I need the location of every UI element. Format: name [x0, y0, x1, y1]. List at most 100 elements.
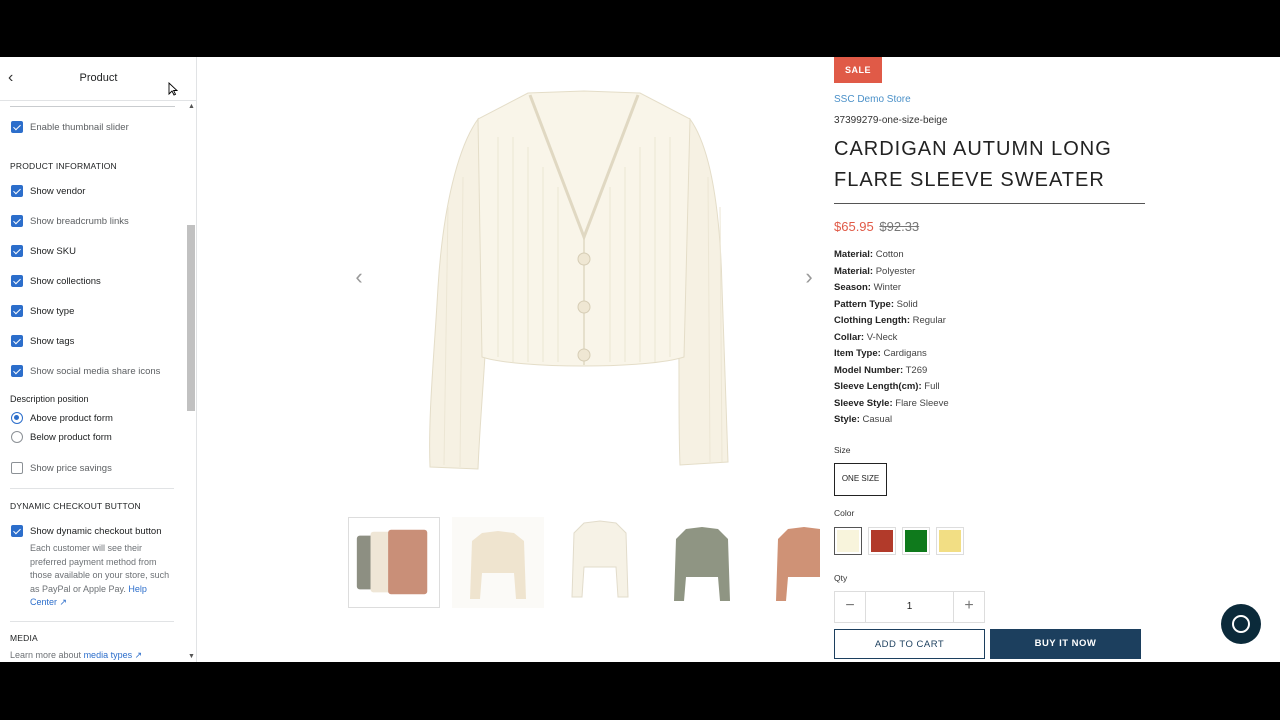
show-type-checkbox[interactable]: Show type	[11, 305, 74, 317]
spec-key: Clothing Length:	[834, 315, 910, 326]
spec-value: Cardigans	[883, 348, 927, 359]
checkbox[interactable]	[11, 365, 23, 377]
swatch-fill	[939, 530, 961, 552]
show-collections-checkbox[interactable]: Show collections	[11, 275, 101, 287]
checkbox[interactable]	[11, 275, 23, 287]
show-sku-checkbox[interactable]: Show SKU	[11, 245, 76, 257]
radio-label: Below product form	[30, 431, 112, 443]
thumbnail-4[interactable]	[656, 517, 748, 608]
sale-price: $65.95	[834, 219, 874, 234]
sale-badge: SALE	[834, 57, 882, 83]
description-position-label: Description position	[10, 394, 89, 404]
checkbox-label: Show breadcrumb links	[30, 215, 129, 227]
sidebar-scrollbar[interactable]: ▲ ▼	[186, 101, 196, 662]
radio-below-product-form[interactable]: Below product form	[11, 431, 112, 443]
quantity-stepper: − 1 +	[834, 591, 985, 623]
section-heading-dynamic-checkout: DYNAMIC CHECKOUT BUTTON	[10, 501, 141, 511]
section-heading-product-information: PRODUCT INFORMATION	[10, 161, 117, 171]
buy-it-now-button[interactable]: BUY IT NOW	[990, 629, 1141, 659]
chat-icon[interactable]	[1221, 604, 1261, 644]
checkbox[interactable]	[11, 525, 23, 537]
add-to-cart-button[interactable]: ADD TO CART	[834, 629, 985, 659]
external-link-icon: ↗	[59, 597, 68, 607]
media-types-link[interactable]: media types ↗	[84, 650, 143, 660]
chevron-left-icon[interactable]: ‹	[349, 264, 369, 290]
product-sku: 37399279-one-size-beige	[834, 115, 948, 126]
swatch-fill	[871, 530, 893, 552]
checkbox[interactable]	[11, 185, 23, 197]
show-dynamic-checkout-checkbox[interactable]: Show dynamic checkout button	[11, 525, 162, 537]
thumbnail-slider-checkbox[interactable]: Enable thumbnail slider	[11, 121, 129, 133]
divider	[10, 488, 174, 489]
quantity-input[interactable]: 1	[865, 592, 954, 622]
product-title: CARDIGAN AUTUMN LONG FLARE SLEEVE SWEATE…	[834, 138, 1112, 191]
size-option-one-size[interactable]: ONE SIZE	[834, 463, 887, 496]
checkbox[interactable]	[11, 121, 23, 133]
scroll-down-icon[interactable]: ▼	[188, 653, 195, 660]
spec-line: Season: Winter	[834, 280, 949, 297]
scroll-up-icon[interactable]: ▲	[188, 103, 195, 110]
spec-key: Collar:	[834, 331, 865, 343]
compare-at-price: $92.33	[879, 219, 920, 234]
checkbox[interactable]	[11, 305, 23, 317]
checkbox[interactable]	[11, 462, 23, 474]
spec-value: Solid	[896, 298, 918, 310]
spec-key: Sleeve Style:	[834, 397, 893, 409]
product-vendor[interactable]: SSC Demo Store	[834, 94, 911, 105]
checkbox[interactable]	[11, 335, 23, 347]
radio-button[interactable]	[11, 431, 23, 443]
spec-key: Material:	[834, 265, 874, 277]
thumbnail-strip[interactable]	[348, 516, 820, 610]
sidebar-settings-panel[interactable]: Enable thumbnail slider PRODUCT INFORMAT…	[0, 101, 185, 662]
spec-value: Regular	[912, 315, 946, 326]
scrollbar-thumb[interactable]	[187, 225, 195, 411]
checkbox-label: Show tags	[30, 335, 75, 347]
radio-above-product-form[interactable]: Above product form	[11, 412, 113, 424]
show-price-savings-checkbox[interactable]: Show price savings	[11, 462, 112, 474]
divider	[10, 621, 174, 622]
spec-value: Cotton	[875, 249, 904, 260]
plus-icon[interactable]: +	[954, 592, 984, 622]
checkbox-label: Show price savings	[30, 462, 112, 474]
show-vendor-checkbox[interactable]: Show vendor	[11, 185, 85, 197]
media-learn-more: Learn more about media types ↗	[10, 650, 142, 661]
checkbox-label: Show collections	[30, 275, 101, 287]
show-breadcrumb-checkbox[interactable]: Show breadcrumb links	[11, 215, 129, 227]
color-swatch-4[interactable]	[936, 527, 964, 555]
checkbox[interactable]	[11, 215, 23, 227]
spec-key: Season:	[834, 282, 871, 293]
product-price: $65.95 $92.33	[834, 219, 919, 234]
external-link-icon: ↗	[134, 650, 143, 660]
checkbox-label: Show type	[30, 305, 75, 317]
spec-line: Pattern Type: Solid	[834, 297, 949, 314]
spec-key: Model Number:	[834, 364, 904, 376]
product-main-image	[348, 57, 820, 527]
thumbnail-2[interactable]	[452, 517, 544, 608]
color-swatch-2[interactable]	[868, 527, 896, 555]
spec-line: Sleeve Length(cm): Full	[834, 379, 949, 396]
spec-key: Style:	[834, 414, 860, 425]
spec-value: Polyester	[875, 265, 916, 277]
checkbox-label: Show vendor	[30, 185, 86, 197]
product-description: Material: Cotton Material: Polyester Sea…	[834, 247, 949, 429]
spec-value: Flare Sleeve	[895, 397, 949, 409]
color-swatch-3[interactable]	[902, 527, 930, 555]
spec-key: Sleeve Length(cm):	[834, 381, 922, 392]
radio-button[interactable]	[11, 412, 23, 424]
minus-icon[interactable]: −	[835, 592, 865, 622]
spec-key: Pattern Type:	[834, 298, 895, 310]
spec-value: Casual	[862, 414, 893, 425]
show-tags-checkbox[interactable]: Show tags	[11, 335, 74, 347]
chevron-right-icon[interactable]: ›	[799, 264, 819, 290]
checkbox[interactable]	[11, 245, 23, 257]
spec-value: Winter	[873, 282, 902, 293]
spec-value: Full	[924, 381, 940, 392]
color-swatch-1[interactable]	[834, 527, 862, 555]
section-heading-media: MEDIA	[10, 633, 38, 643]
thumbnail-3[interactable]	[554, 517, 646, 608]
thumbnail-1[interactable]	[348, 517, 440, 608]
swatch-fill	[837, 530, 859, 552]
show-social-share-checkbox[interactable]: Show social media share icons	[11, 365, 160, 377]
qty-label: Qty	[834, 573, 848, 583]
thumbnail-5[interactable]	[758, 517, 820, 608]
